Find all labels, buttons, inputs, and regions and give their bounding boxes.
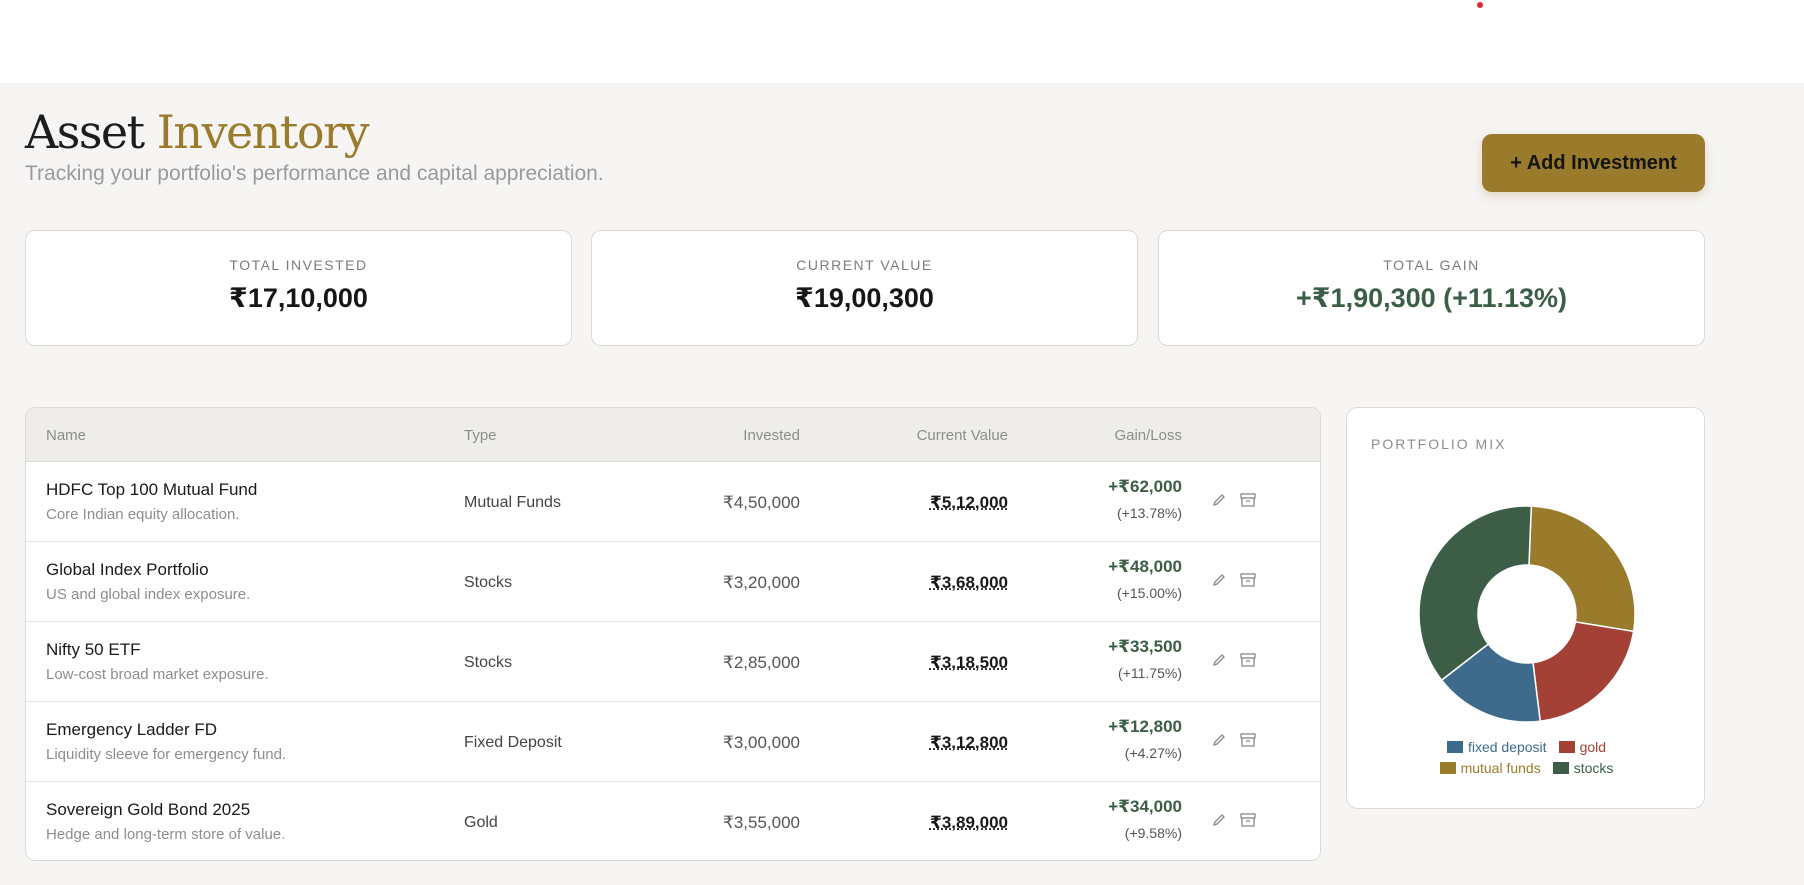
legend-item[interactable]: gold <box>1558 739 1607 755</box>
asset-current-value[interactable]: ₹3,68,000 <box>930 573 1008 593</box>
portfolio-mix-card: PORTFOLIO MIX fixed deposit gold mutual … <box>1346 407 1705 809</box>
asset-note: Liquidity sleeve for emergency fund. <box>46 746 287 763</box>
add-investment-button[interactable]: + Add Investment <box>1482 134 1705 192</box>
total-gain-value: +₹1,90,300 (+11.13%) <box>1296 283 1567 313</box>
page-title: Asset Inventory <box>25 104 370 160</box>
total-gain-label: TOTAL GAIN <box>1383 257 1480 273</box>
portfolio-donut-chart <box>1418 505 1636 723</box>
asset-name: Global Index Portfolio <box>46 560 209 579</box>
table-row[interactable]: Sovereign Gold Bond 2025 Hedge and long-t… <box>26 782 1320 860</box>
asset-current-value[interactable]: ₹5,12,000 <box>930 493 1008 513</box>
title-accent: Inventory <box>156 105 370 159</box>
table-row[interactable]: Nifty 50 ETF Low-cost broad market exposu… <box>26 622 1320 702</box>
asset-name: Nifty 50 ETF <box>46 640 141 659</box>
legend-row-1: fixed deposit gold <box>1347 739 1706 755</box>
asset-type: Stocks <box>464 654 513 671</box>
asset-gain-percent: (+13.78%) <box>1117 505 1182 521</box>
col-current-value[interactable]: Current Value <box>917 427 1008 444</box>
asset-current-value[interactable]: ₹3,12,800 <box>930 733 1008 753</box>
asset-note: Hedge and long-term store of value. <box>46 826 286 843</box>
legend-label: gold <box>1579 739 1607 755</box>
pie-slice-stocks[interactable] <box>1418 505 1533 682</box>
asset-gain-percent: (+15.00%) <box>1117 585 1182 601</box>
pencil-icon[interactable] <box>1211 732 1229 750</box>
legend-label: stocks <box>1573 760 1614 776</box>
archive-icon[interactable] <box>1239 812 1257 830</box>
asset-type: Gold <box>464 814 498 831</box>
page-subtitle: Tracking your portfolio's performance an… <box>25 162 604 185</box>
pencil-icon[interactable] <box>1211 652 1229 670</box>
asset-name: Emergency Ladder FD <box>46 720 218 739</box>
legend-swatch <box>1552 762 1569 774</box>
asset-gain-percent: (+11.75%) <box>1118 665 1182 681</box>
col-name[interactable]: Name <box>46 427 86 444</box>
asset-gain-percent: (+4.27%) <box>1124 745 1182 761</box>
asset-gain: +₹62,000 <box>1108 477 1182 496</box>
asset-note: Core Indian equity allocation. <box>46 506 240 523</box>
investments-table: Name Type Invested Current Value Gain/Lo… <box>25 407 1321 861</box>
table-row[interactable]: HDFC Top 100 Mutual Fund Core Indian equi… <box>26 462 1320 542</box>
asset-invested: ₹3,20,000 <box>723 573 800 592</box>
asset-note: Low-cost broad market exposure. <box>46 666 269 683</box>
legend-item[interactable]: mutual funds <box>1439 760 1541 776</box>
asset-type: Mutual Funds <box>464 494 561 511</box>
legend-label: fixed deposit <box>1467 739 1547 755</box>
col-invested[interactable]: Invested <box>743 427 800 444</box>
current-value-card: CURRENT VALUE ₹19,00,300 <box>591 230 1138 346</box>
asset-type: Stocks <box>464 574 513 591</box>
asset-invested: ₹4,50,000 <box>723 493 800 512</box>
col-type[interactable]: Type <box>464 427 497 444</box>
table-row[interactable]: Global Index Portfolio US and global inde… <box>26 542 1320 622</box>
legend-item[interactable]: stocks <box>1552 760 1614 776</box>
asset-name: Sovereign Gold Bond 2025 <box>46 800 251 819</box>
legend-label: mutual funds <box>1460 760 1541 776</box>
total-invested-label: TOTAL INVESTED <box>229 257 368 273</box>
asset-current-value[interactable]: ₹3,89,000 <box>930 813 1008 833</box>
title-main: Asset <box>25 105 145 159</box>
asset-type: Fixed Deposit <box>464 734 562 751</box>
archive-icon[interactable] <box>1239 572 1257 590</box>
table-row[interactable]: Emergency Ladder FD Liquidity sleeve for … <box>26 702 1320 782</box>
asset-gain: +₹12,800 <box>1108 717 1182 736</box>
current-value-value: ₹19,00,300 <box>795 283 934 313</box>
legend-swatch <box>1439 762 1456 774</box>
pie-slice-mutual-funds[interactable] <box>1528 505 1636 633</box>
asset-name: HDFC Top 100 Mutual Fund <box>46 480 258 499</box>
archive-icon[interactable] <box>1239 732 1257 750</box>
total-invested-card: TOTAL INVESTED ₹17,10,000 <box>25 230 572 346</box>
asset-invested: ₹2,85,000 <box>723 653 800 672</box>
archive-icon[interactable] <box>1239 652 1257 670</box>
top-bar <box>0 0 1804 83</box>
notification-dot <box>1477 2 1483 8</box>
archive-icon[interactable] <box>1239 492 1257 510</box>
pencil-icon[interactable] <box>1211 492 1229 510</box>
legend-swatch <box>1558 741 1575 753</box>
portfolio-mix-label: PORTFOLIO MIX <box>1371 436 1507 452</box>
asset-gain: +₹34,000 <box>1108 797 1182 816</box>
asset-invested: ₹3,00,000 <box>723 733 800 752</box>
total-gain-card: TOTAL GAIN +₹1,90,300 (+11.13%) <box>1158 230 1705 346</box>
legend-item[interactable]: fixed deposit <box>1446 739 1547 755</box>
legend-swatch <box>1446 741 1463 753</box>
asset-gain: +₹48,000 <box>1108 557 1182 576</box>
asset-gain-percent: (+9.58%) <box>1124 825 1182 841</box>
current-value-label: CURRENT VALUE <box>796 257 933 273</box>
pencil-icon[interactable] <box>1211 572 1229 590</box>
legend-row-2: mutual funds stocks <box>1347 760 1706 776</box>
col-gain-loss[interactable]: Gain/Loss <box>1114 427 1182 444</box>
pencil-icon[interactable] <box>1211 812 1229 830</box>
asset-current-value[interactable]: ₹3,18,500 <box>930 653 1008 673</box>
total-invested-value: ₹17,10,000 <box>229 283 368 313</box>
asset-gain: +₹33,500 <box>1108 637 1182 656</box>
asset-invested: ₹3,55,000 <box>723 813 800 832</box>
table-header: Name Type Invested Current Value Gain/Lo… <box>26 408 1320 462</box>
pie-slice-gold[interactable] <box>1532 621 1635 723</box>
asset-note: US and global index exposure. <box>46 586 251 603</box>
table-body: HDFC Top 100 Mutual Fund Core Indian equi… <box>26 462 1320 860</box>
